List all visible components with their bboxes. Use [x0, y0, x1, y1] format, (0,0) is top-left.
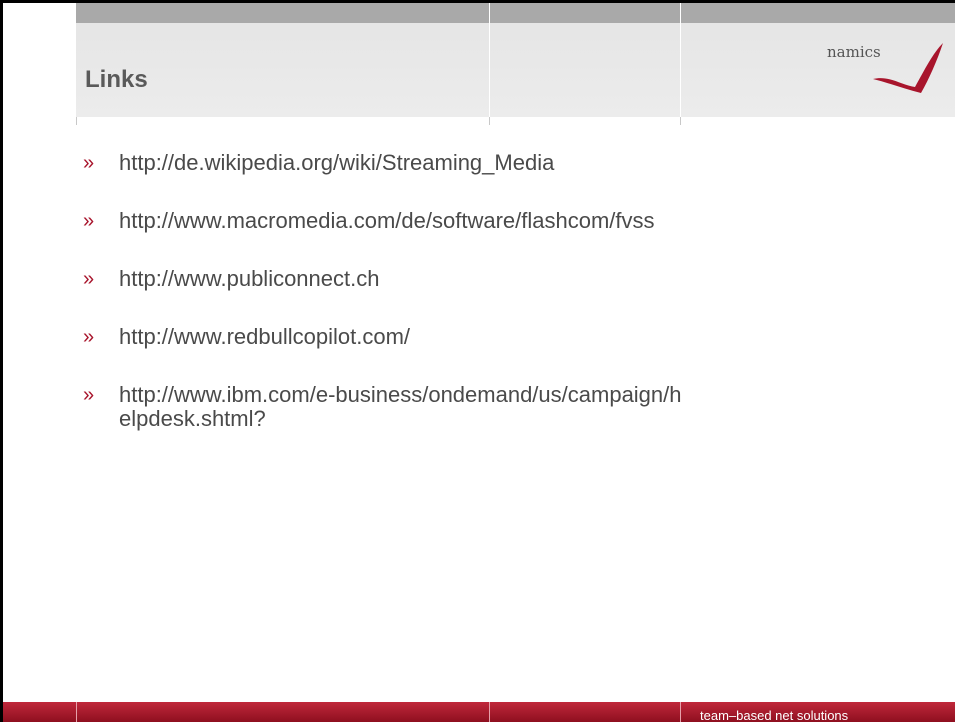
link-url[interactable]: http://www.publiconnect.ch — [119, 267, 691, 291]
footer-bar: team–based net solutions — [3, 702, 955, 723]
namics-logo: namics — [827, 39, 947, 95]
list-item: » http://de.wikipedia.org/wiki/Streaming… — [81, 151, 691, 175]
footer-divider — [76, 702, 77, 722]
list-item: » http://www.ibm.com/e-business/ondemand… — [81, 383, 691, 431]
link-url[interactable]: http://www.macromedia.com/de/software/fl… — [119, 209, 691, 233]
bullet-icon: » — [83, 210, 95, 232]
footer-tagline: team–based net solutions — [700, 708, 849, 723]
swoosh-icon — [873, 43, 943, 93]
list-item: » http://www.redbullcopilot.com/ — [81, 325, 691, 349]
footer-divider — [489, 702, 490, 722]
list-item: » http://www.publiconnect.ch — [81, 267, 691, 291]
divider-tick — [76, 117, 77, 125]
header-divider — [489, 3, 490, 117]
slide: Links namics » http://de.wikipedia.org/w… — [0, 0, 955, 723]
header-top-bar — [76, 3, 955, 23]
link-list: » http://de.wikipedia.org/wiki/Streaming… — [81, 151, 691, 431]
bullet-icon: » — [83, 268, 95, 290]
header-left-margin — [3, 3, 76, 117]
divider-tick — [680, 117, 681, 125]
footer-divider — [680, 702, 681, 722]
slide-title: Links — [85, 66, 148, 93]
link-url[interactable]: http://de.wikipedia.org/wiki/Streaming_M… — [119, 151, 691, 175]
link-url[interactable]: http://www.ibm.com/e-business/ondemand/u… — [119, 383, 691, 431]
link-url[interactable]: http://www.redbullcopilot.com/ — [119, 325, 691, 349]
bullet-icon: » — [83, 326, 95, 348]
bullet-icon: » — [83, 152, 95, 174]
header-band: Links namics — [3, 3, 955, 117]
list-item: » http://www.macromedia.com/de/software/… — [81, 209, 691, 233]
header-divider — [680, 3, 681, 117]
divider-tick — [489, 117, 490, 125]
bullet-icon: » — [83, 384, 95, 406]
